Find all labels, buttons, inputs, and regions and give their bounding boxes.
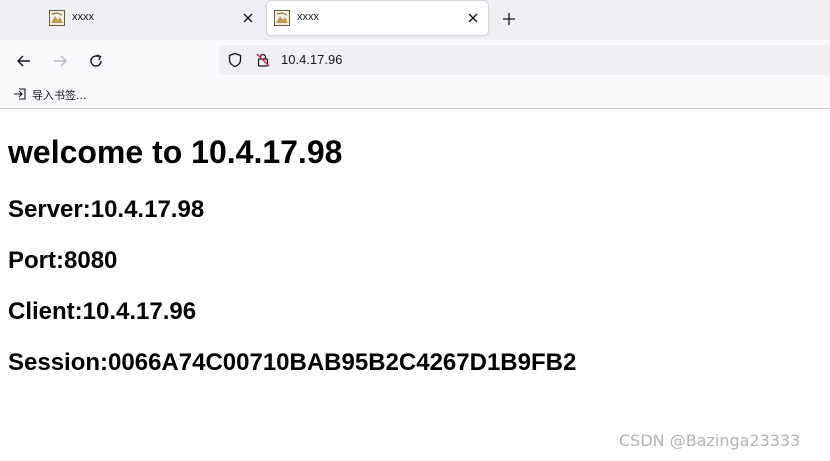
plus-icon [503,13,515,25]
tab-title: xxxx [297,11,319,23]
close-icon[interactable] [463,8,483,28]
forward-button[interactable] [49,50,71,72]
url-text[interactable]: 10.4.17.96 [281,52,342,67]
shield-icon[interactable] [227,52,243,68]
page-heading: welcome to 10.4.17.98 [8,134,343,170]
reload-button[interactable] [85,50,107,72]
tab-strip: xxxx xxxx [0,0,830,40]
session-line: Session:0066A74C00710BAB95B2C4267D1B9FB2 [8,349,577,376]
import-bookmarks-link[interactable]: 导入书签... [32,87,87,103]
import-icon [14,88,26,100]
tab-title: xxxx [72,11,94,23]
reload-icon [90,54,102,67]
port-line: Port:8080 [8,247,118,274]
arrow-right-icon [54,55,67,67]
crossed-lock-icon[interactable] [255,52,271,68]
watermark-text: CSDN @Bazinga23333 [619,431,801,450]
server-line: Server:10.4.17.98 [8,196,205,223]
bookmarks-toolbar [0,80,830,109]
back-button[interactable] [13,50,35,72]
close-icon[interactable] [238,8,258,28]
client-line: Client:10.4.17.96 [8,298,197,325]
page-favicon-icon [49,10,65,26]
tab-active[interactable]: xxxx [267,1,488,35]
arrow-left-icon [17,55,30,67]
tab-inactive[interactable]: xxxx [42,1,264,35]
page-favicon-icon [274,10,290,26]
new-tab-button[interactable] [498,8,520,30]
